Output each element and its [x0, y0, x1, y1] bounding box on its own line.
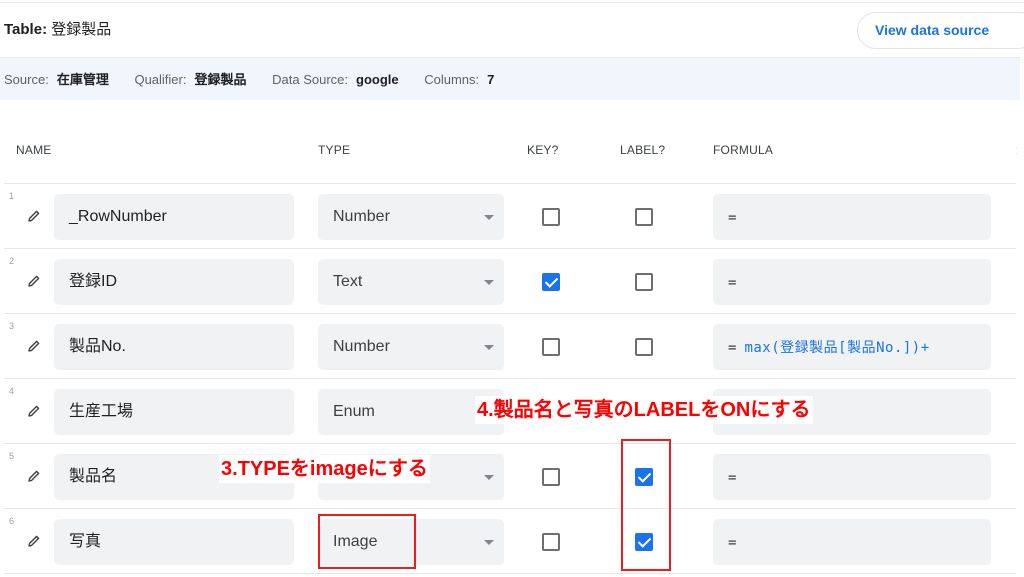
- row-number: 2: [9, 256, 15, 266]
- formula-equals: =: [728, 535, 737, 551]
- table-title-name: 登録製品: [51, 21, 112, 38]
- key-checkbox[interactable]: [542, 208, 560, 226]
- table-row: 5 製品名 =: [0, 444, 1024, 509]
- pencil-edit-icon[interactable]: [26, 273, 42, 289]
- annotation-step-3: 3.TYPEをimageにする: [219, 455, 430, 483]
- chevron-down-icon: [484, 540, 494, 545]
- table-row: 2 登録ID Text =: [0, 249, 1024, 314]
- label-checkbox[interactable]: [635, 273, 653, 291]
- column-type-value: Enum: [333, 403, 375, 420]
- column-name-field[interactable]: 生産工場: [54, 389, 294, 435]
- table-row: 1 _RowNumber Number =: [0, 184, 1024, 249]
- formula-field[interactable]: =: [713, 194, 991, 240]
- highlight-box-type: [318, 514, 416, 569]
- column-type-select[interactable]: Text: [318, 259, 504, 305]
- table-title-label: Table:: [4, 21, 48, 38]
- info-data-source: Data Source: google: [272, 58, 420, 101]
- view-data-source-button[interactable]: View data source: [857, 12, 1024, 49]
- chevron-down-icon: [484, 280, 494, 285]
- formula-equals: =: [728, 470, 737, 486]
- formula-equals: =: [728, 275, 737, 291]
- column-header-name: NAME: [16, 143, 52, 157]
- key-checkbox[interactable]: [542, 533, 560, 551]
- column-name-field[interactable]: 写真: [54, 519, 294, 565]
- table-row: 6 写真 Image =: [0, 509, 1024, 574]
- column-header-formula: FORMULA: [713, 143, 774, 157]
- column-type-value: Text: [333, 273, 363, 290]
- column-type-value: Number: [333, 208, 390, 225]
- formula-field[interactable]: =: [713, 519, 991, 565]
- info-columns-value: 7: [487, 72, 495, 87]
- key-checkbox[interactable]: [542, 338, 560, 356]
- info-qualifier: Qualifier: 登録製品: [134, 58, 268, 101]
- table-info-bar: Source: 在庫管理 Qualifier: 登録製品 Data Source: g…: [0, 57, 1020, 100]
- row-number: 3: [9, 321, 15, 331]
- more-columns-indicator: · ·: [1015, 143, 1018, 158]
- row-number: 1: [9, 191, 15, 201]
- info-columns-key: Columns:: [424, 72, 480, 87]
- info-data-source-key: Data Source:: [272, 72, 348, 87]
- column-name-field[interactable]: _RowNumber: [54, 194, 294, 240]
- formula-field[interactable]: = max(登録製品[製品No.])+: [713, 324, 991, 370]
- info-columns: Columns: 7: [424, 58, 516, 101]
- formula-field[interactable]: =: [713, 454, 991, 500]
- annotation-step-4: 4.製品名と写真のLABELをONにする: [475, 396, 813, 424]
- pencil-edit-icon[interactable]: [26, 338, 42, 354]
- column-type-select[interactable]: Number: [318, 324, 504, 370]
- chevron-down-icon: [484, 345, 494, 350]
- pencil-edit-icon[interactable]: [26, 403, 42, 419]
- table-header: Table: 登録製品 View data source: [0, 0, 1024, 56]
- column-header-label: LABEL?: [620, 143, 666, 157]
- info-source-key: Source:: [4, 72, 49, 87]
- info-data-source-value: google: [356, 72, 399, 87]
- formula-equals: =: [728, 210, 737, 226]
- formula-field[interactable]: =: [713, 259, 991, 305]
- column-type-value: Number: [333, 338, 390, 355]
- column-header-type: TYPE: [318, 143, 351, 157]
- row-number: 5: [9, 451, 15, 461]
- key-checkbox[interactable]: [542, 273, 560, 291]
- column-header-key: KEY?: [527, 143, 559, 157]
- row-divider: [4, 573, 1016, 574]
- row-number: 4: [9, 386, 15, 396]
- highlight-box-label: [621, 439, 671, 571]
- label-checkbox[interactable]: [635, 338, 653, 356]
- formula-expression: max(登録製品[製品No.])+: [744, 340, 930, 356]
- info-source-value: 在庫管理: [56, 72, 109, 87]
- info-qualifier-key: Qualifier:: [134, 72, 187, 87]
- formula-equals: =: [728, 340, 737, 356]
- column-name-field[interactable]: 製品No.: [54, 324, 294, 370]
- table-row: 3 製品No. Number = max(登録製品[製品No.])+: [0, 314, 1024, 379]
- pencil-edit-icon[interactable]: [26, 208, 42, 224]
- key-checkbox[interactable]: [542, 468, 560, 486]
- pencil-edit-icon[interactable]: [26, 533, 42, 549]
- table-title: Table: 登録製品: [4, 18, 111, 39]
- pencil-edit-icon[interactable]: [26, 468, 42, 484]
- info-source: Source: 在庫管理: [4, 58, 131, 101]
- row-number: 6: [9, 516, 15, 526]
- column-type-select[interactable]: Number: [318, 194, 504, 240]
- info-qualifier-value: 登録製品: [194, 72, 247, 87]
- label-checkbox[interactable]: [635, 208, 653, 226]
- chevron-down-icon: [484, 215, 494, 220]
- column-name-field[interactable]: 登録ID: [54, 259, 294, 305]
- chevron-down-icon: [484, 475, 494, 480]
